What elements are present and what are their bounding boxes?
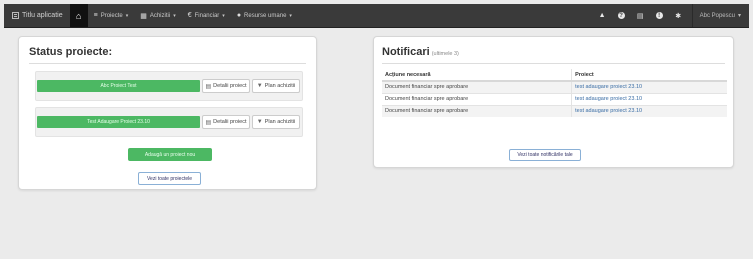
action-cell: Document financiar spre aprobare: [382, 104, 572, 117]
add-project-button[interactable]: Adaugă un proiect nou: [128, 148, 212, 161]
info-icon[interactable]: !: [650, 4, 669, 27]
table-row: Document financiar spre aprobare test ad…: [382, 92, 727, 105]
menu-resurse-umane[interactable]: ● Resurse umane ▾: [231, 4, 298, 27]
user-group-icon[interactable]: ▲: [593, 4, 612, 27]
chevron-down-icon: ▾: [125, 12, 129, 19]
cart-icon: ▼: [256, 83, 263, 89]
notifications-subtitle: (ultimele 3): [431, 51, 459, 57]
cart-icon: ▦: [140, 12, 147, 20]
menu-achizitii[interactable]: ▦ Achizitii ▾: [134, 4, 181, 27]
divider: [382, 63, 725, 64]
user-icon: ●: [236, 12, 242, 19]
gear-icon[interactable]: ✱: [669, 4, 688, 27]
divider: [29, 63, 306, 64]
project-button[interactable]: Test Adaugare Proiect 23.10: [37, 116, 200, 128]
purchase-plan-button[interactable]: ▼ Plan achizitii: [252, 115, 300, 129]
view-all-projects-button[interactable]: Vezi toate proiectele: [138, 172, 201, 185]
user-name: Abc Popescu: [699, 12, 735, 19]
table-header-row: Acțiune necesară Proiect: [382, 69, 727, 82]
brand-title: Titlu aplicatie: [22, 12, 63, 19]
top-navbar: Titlu aplicatie ⌂ ≡ Proiecte ▾ ▦ Achizit…: [4, 4, 749, 28]
help-icon[interactable]: ?: [612, 4, 631, 27]
menu-achizitii-label: Achizitii: [149, 12, 171, 19]
app-logo-icon: [12, 12, 19, 19]
chevron-down-icon: ▾: [289, 12, 292, 19]
menu-financiar[interactable]: € Financiar ▾: [182, 4, 231, 27]
list-icon: ≡: [93, 12, 98, 19]
home-icon: ⌂: [75, 10, 82, 21]
user-menu[interactable]: Abc Popescu ▾: [693, 4, 749, 27]
menu-financiar-label: Financiar: [194, 12, 220, 19]
project-link[interactable]: test adaugare proiect 23.10: [571, 92, 727, 105]
notifications-table: Acțiune necesară Proiect Document financ…: [382, 69, 727, 117]
status-title: Status proiecte:: [29, 46, 113, 58]
menu-proiecte-label: Proiecte: [100, 12, 123, 19]
brand[interactable]: Titlu aplicatie: [4, 4, 70, 27]
chevron-down-icon: ▾: [173, 12, 176, 19]
document-icon: ▤: [205, 119, 212, 126]
view-all-notifications-button[interactable]: Vezi toate notificările tale: [509, 149, 581, 161]
document-icon: ▤: [205, 83, 212, 90]
table-row: Document financiar spre aprobare test ad…: [382, 80, 727, 93]
notifications-title: Notificari (ultimele 3): [382, 46, 459, 58]
menu-resurse-umane-label: Resurse umane: [244, 12, 287, 19]
column-header: Acțiune necesară: [382, 69, 572, 82]
project-details-button[interactable]: ▤ Detalii proiect: [202, 79, 250, 93]
notifications-panel: Notificari (ultimele 3) Acțiune necesară …: [373, 36, 734, 168]
navbar-right: ▲ ? ▤ ! ✱ Abc Popescu ▾: [593, 4, 749, 27]
chevron-down-icon: ▾: [222, 12, 225, 19]
calendar-icon[interactable]: ▤: [631, 4, 650, 27]
cart-icon: ▼: [256, 119, 263, 125]
euro-icon: €: [187, 12, 192, 19]
home-button[interactable]: ⌂: [69, 4, 88, 27]
purchase-plan-button[interactable]: ▼ Plan achizitii: [252, 79, 300, 93]
project-link[interactable]: test adaugare proiect 23.10: [571, 104, 727, 117]
table-row: Document financiar spre aprobare test ad…: [382, 104, 727, 117]
project-button[interactable]: Abc Proiect Test: [37, 80, 200, 92]
menu-proiecte[interactable]: ≡ Proiecte ▾: [88, 4, 135, 27]
project-link[interactable]: test adaugare proiect 23.10: [571, 80, 727, 93]
action-cell: Document financiar spre aprobare: [382, 92, 572, 105]
project-details-button[interactable]: ▤ Detalii proiect: [202, 115, 250, 129]
status-panel: Status proiecte: Abc Proiect Test ▤ Deta…: [18, 36, 317, 190]
action-cell: Document financiar spre aprobare: [382, 80, 572, 93]
column-header: Proiect: [571, 69, 727, 82]
chevron-down-icon: ▾: [737, 13, 741, 19]
